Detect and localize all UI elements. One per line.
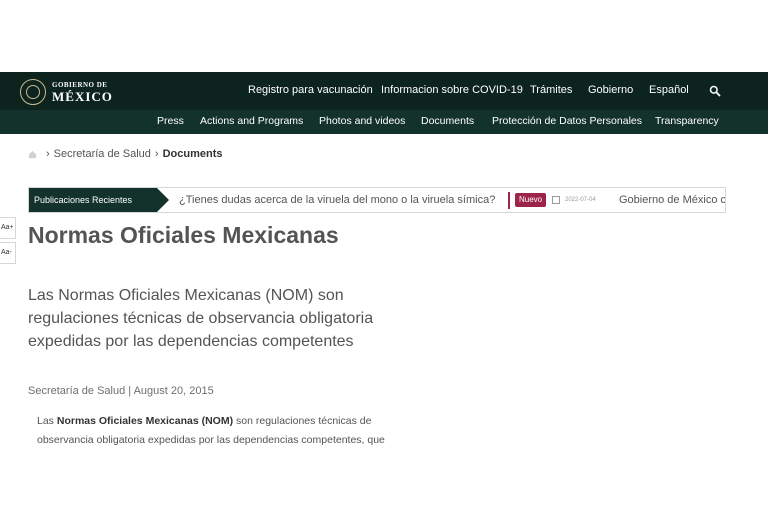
subnav-photos-videos[interactable]: Photos and videos	[319, 115, 405, 127]
recent-publications-ticker: Publicaciones Recientes ¿Tienes dudas ac…	[28, 187, 726, 213]
subnav-transparency[interactable]: Transparency	[655, 115, 719, 127]
ticker-date: 2022-07-04	[565, 197, 596, 203]
main-nav: Registro para vacunación Informacion sob…	[0, 72, 768, 110]
article-body: Las Normas Oficiales Mexicanas (NOM) son…	[37, 412, 417, 450]
ticker-label: Publicaciones Recientes	[29, 188, 156, 212]
body-prefix: Las	[37, 415, 57, 427]
ticker-arrow	[156, 188, 169, 212]
ticker-divider	[508, 192, 510, 209]
nav-tramites[interactable]: Trámites	[530, 84, 572, 96]
new-badge: Nuevo	[515, 193, 547, 207]
nav-espanol[interactable]: Español	[649, 84, 689, 96]
sub-nav: Press Actions and Programs Photos and vi…	[0, 110, 768, 134]
breadcrumb-documents: Documents	[162, 148, 223, 160]
font-increase-button[interactable]: Aa+	[0, 217, 16, 239]
subnav-proteccion-datos[interactable]: Protección de Datos Personales	[492, 115, 642, 127]
body-bold: Normas Oficiales Mexicanas (NOM)	[56, 415, 234, 427]
article-meta: Secretaría de Salud | August 20, 2015	[28, 385, 214, 397]
chevron-right-icon: ›	[46, 148, 50, 160]
search-icon[interactable]	[709, 85, 721, 97]
nav-covid-info[interactable]: Informacion sobre COVID-19	[381, 84, 523, 96]
ticker-headline-2[interactable]: Gobierno de México c	[619, 194, 725, 206]
ticker-headline[interactable]: ¿Tienes dudas acerca de la viruela del m…	[179, 194, 495, 206]
page-title: Normas Oficiales Mexicanas	[28, 222, 339, 248]
article-lead: Las Normas Oficiales Mexicanas (NOM) son…	[28, 287, 374, 350]
subnav-press[interactable]: Press	[157, 115, 184, 127]
nav-gobierno[interactable]: Gobierno	[588, 84, 633, 96]
nav-registro-vacunacion[interactable]: Registro para vacunación	[248, 84, 373, 96]
font-decrease-button[interactable]: Aa-	[0, 242, 16, 264]
breadcrumb: › Secretaría de Salud › Documents	[28, 148, 222, 160]
subnav-documents[interactable]: Documents	[421, 115, 474, 127]
breadcrumb-secretaria[interactable]: Secretaría de Salud	[54, 148, 151, 160]
chevron-right-icon: ›	[154, 148, 159, 160]
calendar-icon	[552, 196, 560, 204]
home-icon[interactable]	[28, 150, 37, 159]
subnav-actions-programs[interactable]: Actions and Programs	[200, 115, 303, 127]
